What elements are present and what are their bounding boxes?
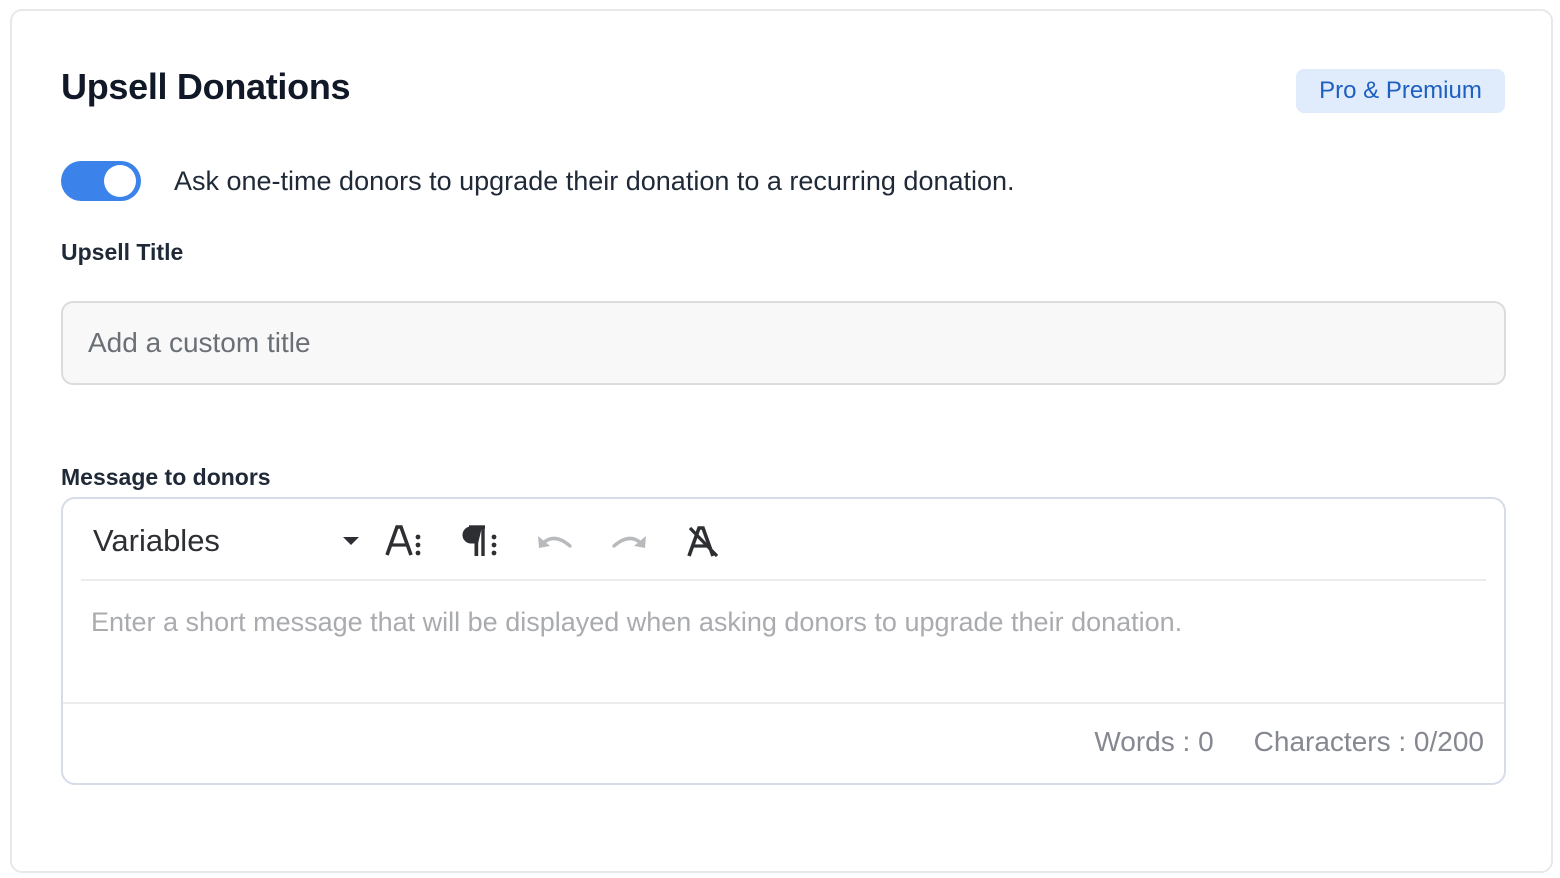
redo-button[interactable] <box>607 519 653 563</box>
character-count: Characters : 0/200 <box>1253 726 1484 757</box>
upsell-toggle[interactable] <box>61 161 141 201</box>
variables-dropdown-value: Variables <box>93 523 220 558</box>
clear-format-button[interactable] <box>681 519 727 563</box>
upsell-toggle-row: Ask one-time donors to upgrade their don… <box>61 161 1015 201</box>
message-editor: Variables Enter a short message that wil… <box>61 497 1506 785</box>
toggle-label: Ask one-time donors to upgrade their don… <box>174 165 1015 196</box>
message-label: Message to donors <box>61 464 271 490</box>
font-size-button[interactable] <box>381 519 427 563</box>
undo-icon <box>538 536 572 548</box>
editor-footer: Words : 0 Characters : 0/200 <box>63 702 1504 783</box>
editor-counts: Words : 0 Characters : 0/200 <box>1094 726 1484 758</box>
variables-dropdown[interactable]: Variables <box>93 521 361 561</box>
paragraph-icon <box>462 525 497 556</box>
redo-icon <box>612 536 646 548</box>
upsell-donations-card: Upsell Donations Pro & Premium Ask one-t… <box>10 9 1553 873</box>
clear-format-icon <box>687 526 719 558</box>
toggle-knob <box>104 165 136 197</box>
paragraph-button[interactable] <box>457 519 503 563</box>
upsell-title-input[interactable] <box>61 301 1506 385</box>
undo-button[interactable] <box>531 519 577 563</box>
upsell-title-label: Upsell Title <box>61 239 184 265</box>
font-size-icon <box>385 525 421 556</box>
editor-toolbar: Variables <box>81 499 1486 581</box>
section-title: Upsell Donations <box>61 66 351 107</box>
plan-badge: Pro & Premium <box>1296 69 1505 113</box>
message-editor-body[interactable]: Enter a short message that will be displ… <box>91 607 1481 638</box>
chevron-down-icon <box>343 537 359 545</box>
word-count: Words : 0 <box>1094 726 1214 757</box>
